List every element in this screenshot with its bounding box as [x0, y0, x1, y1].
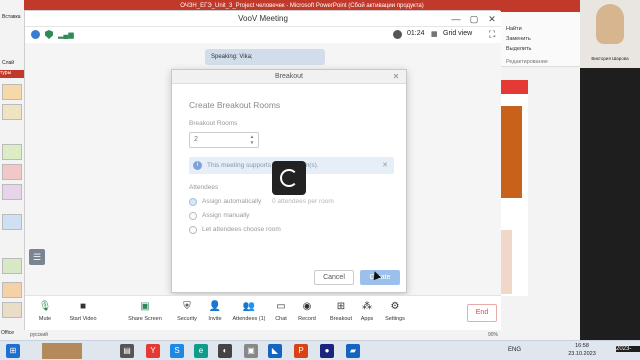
- share-screen-button[interactable]: ▣ Share Screen: [125, 298, 165, 330]
- file-explorer-icon[interactable]: ▤: [120, 344, 134, 358]
- loading-spinner: [272, 161, 306, 195]
- dialog-header: Breakout: [172, 70, 406, 84]
- close-icon[interactable]: ✕: [483, 11, 501, 27]
- breakout-icon: ⊞: [336, 301, 346, 312]
- voov-icon[interactable]: ◣: [268, 344, 282, 358]
- slide-thumbnail[interactable]: [2, 184, 22, 200]
- ppt-status-bar: русский 90%: [24, 330, 580, 340]
- meeting-timer: 01:24: [407, 30, 425, 37]
- voov-window: VooV Meeting — ▢ ✕ ▂▄▆ 01:24 ▦ Grid view…: [24, 10, 501, 331]
- assign-auto-label[interactable]: Assign automatically: [202, 198, 261, 205]
- clock[interactable]: 16:58 23.10.2023: [560, 342, 604, 358]
- invite-icon: 👤: [208, 301, 222, 312]
- slide-thumbnail[interactable]: [2, 84, 22, 100]
- meeting-toolbar: 🎙 Mute ■ Start Video ▣ Share Screen ⛨ Securi…: [25, 295, 501, 331]
- share-screen-icon: ▣: [140, 301, 150, 312]
- powerpoint-icon[interactable]: P: [294, 344, 308, 358]
- slide-thumbnail[interactable]: [2, 104, 22, 120]
- mute-button[interactable]: 🎙 Mute: [25, 298, 65, 330]
- ppt-slide-canvas: [500, 80, 528, 296]
- let-choose-label[interactable]: Let attendees choose room: [202, 226, 281, 233]
- slide-thumbnail[interactable]: [2, 302, 22, 318]
- shield-status-icon[interactable]: [45, 30, 53, 39]
- start-video-button[interactable]: ■ Start Video: [63, 298, 103, 330]
- dark-background: [580, 68, 640, 340]
- minimize-icon[interactable]: —: [447, 11, 465, 27]
- apps-icon: ⁂: [362, 301, 372, 312]
- end-meeting-button[interactable]: End: [467, 304, 497, 322]
- camera-icon: ■: [79, 301, 87, 312]
- select-button[interactable]: Выделить: [506, 46, 531, 52]
- search-image[interactable]: [42, 343, 82, 359]
- fullscreen-icon[interactable]: ⛶: [489, 29, 495, 40]
- attendees-icon: 👥: [242, 301, 256, 312]
- assign-manual-radio[interactable]: [189, 212, 197, 220]
- clock-time: 16:58: [575, 343, 589, 349]
- settings-button[interactable]: ⚙ Settings: [375, 298, 415, 330]
- ribbon-group-label: Редактирование: [506, 59, 548, 65]
- skype-icon[interactable]: S: [170, 344, 184, 358]
- rooms-label: Breakout Rooms: [189, 120, 238, 127]
- participant-avatar: [596, 4, 624, 44]
- info-icon: i: [193, 161, 202, 170]
- chat-icon: ▭: [276, 301, 286, 312]
- zoom-level[interactable]: 90%: [488, 330, 498, 340]
- rooms-count-value: 2: [194, 136, 198, 143]
- slide-thumbnail[interactable]: [2, 164, 22, 180]
- record-status-icon: [393, 30, 402, 39]
- app-icon[interactable]: ●: [320, 344, 334, 358]
- ppt-slide-panel: Вставка Слай туры Office: [0, 0, 24, 340]
- window-title: VooV Meeting: [25, 11, 501, 27]
- office-tab[interactable]: Office: [1, 330, 14, 336]
- slides-label: Слай: [2, 60, 15, 66]
- app-icon[interactable]: ◐: [218, 344, 232, 358]
- shield-icon: ⛨: [183, 301, 191, 312]
- paste-label[interactable]: Вставка: [2, 14, 21, 20]
- quantity-stepper[interactable]: ▲ ▼: [248, 134, 256, 146]
- status-bar: ▂▄▆ 01:24 ▦ Grid view ⛶: [25, 27, 501, 43]
- slide-thumbnail[interactable]: [2, 144, 22, 160]
- yandex-icon[interactable]: Y: [146, 344, 160, 358]
- language-indicator[interactable]: ENG: [508, 347, 521, 353]
- dismiss-icon[interactable]: ✕: [382, 157, 388, 174]
- assign-auto-radio[interactable]: [189, 198, 197, 206]
- maximize-icon[interactable]: ▢: [465, 11, 483, 27]
- edge-icon[interactable]: e: [194, 344, 208, 358]
- record-icon: ◉: [302, 301, 312, 312]
- language-status: русский: [30, 332, 48, 338]
- per-room-hint: 0 attendees per room: [272, 198, 334, 205]
- attendees-label: Attendees: [189, 184, 219, 191]
- start-icon[interactable]: ⊞: [6, 344, 20, 358]
- signal-icon: ▂▄▆: [58, 32, 74, 39]
- edge-label: 2023-: [616, 346, 640, 352]
- microphone-icon: 🎙: [38, 301, 52, 312]
- close-icon[interactable]: ✕: [390, 70, 402, 84]
- clock-date: 23.10.2023: [568, 351, 596, 357]
- grid-view-button[interactable]: Grid view: [443, 30, 472, 37]
- info-status-icon[interactable]: [31, 30, 40, 39]
- app-icon[interactable]: ▰: [346, 344, 360, 358]
- left-tab[interactable]: туры: [0, 70, 24, 78]
- taskbar: ⊞ ▤ Y S e ◐ ▣ ◣ P ● ▰ ENG 16:58 23.10.20…: [0, 340, 640, 360]
- app-icon[interactable]: ▣: [244, 344, 258, 358]
- dialog-title: Create Breakout Rooms: [189, 100, 281, 110]
- spinner-icon: [280, 169, 298, 187]
- slide-image: [500, 106, 522, 198]
- rooms-count-input[interactable]: 2 ▲ ▼: [189, 132, 259, 148]
- let-choose-radio[interactable]: [189, 226, 197, 234]
- slide-banner: [500, 80, 528, 94]
- slide-thumbnail[interactable]: [2, 282, 22, 298]
- slide-thumbnail[interactable]: [2, 214, 22, 230]
- slide-shape: [500, 230, 512, 294]
- ppt-ribbon-editing: Найти Заменить Выделить Редактирование: [500, 12, 580, 67]
- webcam-name: Виктория Шарова: [591, 56, 629, 61]
- gear-icon: ⚙: [390, 301, 400, 312]
- cancel-button[interactable]: Cancel: [314, 270, 354, 285]
- replace-button[interactable]: Заменить: [506, 36, 531, 42]
- grid-icon: ▦: [431, 31, 438, 38]
- slide-thumbnail[interactable]: [2, 258, 22, 274]
- assign-manual-label[interactable]: Assign manually: [202, 212, 249, 219]
- find-button[interactable]: Найти: [506, 26, 522, 32]
